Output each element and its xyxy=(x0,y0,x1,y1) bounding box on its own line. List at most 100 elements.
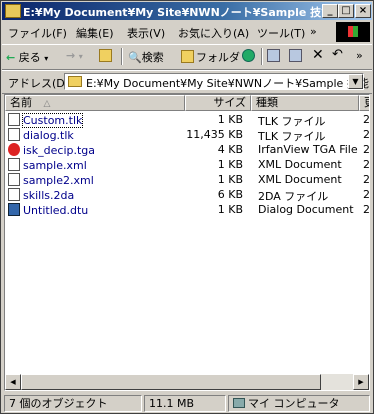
file-size: 1 KB xyxy=(217,113,243,126)
column-header: 名前 △ サイズ 種類 更 xyxy=(5,95,369,111)
search-label: 検索 xyxy=(141,51,164,64)
menu-file[interactable]: ファイル(F) xyxy=(8,25,67,41)
forward-button[interactable]: → ▾ xyxy=(66,49,83,62)
back-button[interactable]: ← 戻る ▾ xyxy=(6,49,48,65)
toolbar-more[interactable]: » xyxy=(356,49,363,62)
file-size: 1 KB xyxy=(217,173,243,186)
status-location: マイ コンピュータ xyxy=(228,395,370,412)
toolbar-separator xyxy=(261,48,263,65)
irfanview-icon xyxy=(8,143,20,156)
up-folder-icon xyxy=(99,49,112,62)
copy-to-button[interactable] xyxy=(289,49,304,63)
back-arrow-icon: ← xyxy=(6,51,16,64)
sort-ascending-icon: △ xyxy=(43,99,51,109)
file-row[interactable]: Custom.tlk 1 KB TLK ファイル 2 xyxy=(5,112,369,128)
scroll-thumb[interactable] xyxy=(21,374,321,390)
file-name-cell[interactable]: Untitled.dtu xyxy=(8,203,88,217)
title-bar[interactable]: E:¥My Document¥My Site¥NWNノート¥Sample 技能 … xyxy=(2,2,372,20)
delete-icon[interactable]: ✕ xyxy=(312,47,324,63)
file-row[interactable]: Untitled.dtu 1 KB Dialog Document 2 xyxy=(5,202,369,217)
file-list[interactable]: 名前 △ サイズ 種類 更 Custom.tlk1 KBTLK ファイル2dia… xyxy=(4,94,370,391)
column-name[interactable]: 名前 △ xyxy=(5,95,185,111)
folder-icon xyxy=(5,4,21,18)
status-object-count: 7 個のオブジェクト xyxy=(4,395,142,412)
horizontal-scrollbar[interactable]: ◀ ▶ xyxy=(5,374,369,390)
file-row[interactable]: dialog.tlk 11,435 KB TLK ファイル 2 xyxy=(5,127,370,143)
minimize-button[interactable]: _ xyxy=(322,4,338,18)
dialog-doc-icon xyxy=(8,203,20,216)
explorer-window: E:¥My Document¥My Site¥NWNノート¥Sample 技能 … xyxy=(0,0,374,414)
history-button[interactable] xyxy=(242,49,257,63)
file-name: isk_decip.tga xyxy=(23,144,96,157)
file-size: 1 KB xyxy=(217,158,243,171)
move-to-icon xyxy=(267,49,280,62)
file-row[interactable]: isk_decip.tga 4 KB IrfanView TGA File 2 xyxy=(5,142,369,157)
file-type: XML Document xyxy=(258,158,342,171)
file-row[interactable]: sample2.xml 1 KB XML Document 2 xyxy=(5,172,369,187)
folders-icon xyxy=(181,50,194,63)
tlk-file-icon xyxy=(8,113,20,126)
xml-file-icon xyxy=(8,158,20,171)
file-type: Dialog Document xyxy=(258,203,354,216)
file-name-cell[interactable]: sample2.xml xyxy=(8,173,94,187)
undo-icon[interactable]: ↶ xyxy=(332,47,343,62)
history-icon xyxy=(242,49,255,62)
file-row[interactable]: sample.xml 1 KB XML Document 2 xyxy=(5,157,369,172)
dropdown-arrow-icon: ▾ xyxy=(78,52,83,61)
file-name: sample.xml xyxy=(23,159,87,172)
folders-button[interactable]: フォルダ xyxy=(181,49,240,65)
file-name-cell[interactable]: sample.xml xyxy=(8,158,87,172)
back-label: 戻る xyxy=(18,51,41,64)
menu-tools[interactable]: ツール(T) xyxy=(257,25,305,41)
file-size: 4 KB xyxy=(217,143,243,156)
column-size[interactable]: サイズ xyxy=(185,95,251,111)
file-size: 11,435 KB xyxy=(186,128,243,141)
file-name: Custom.tlk xyxy=(21,113,84,128)
menu-view[interactable]: 表示(V) xyxy=(127,25,165,41)
file-date: 2 xyxy=(363,128,370,141)
2da-file-icon xyxy=(8,188,20,201)
menu-more[interactable]: » xyxy=(310,25,317,38)
file-size: 1 KB xyxy=(217,203,243,216)
close-button[interactable]: × xyxy=(355,4,371,18)
menu-bar: ファイル(F) 編集(E) 表示(V) お気に入り(A) ツール(T) » xyxy=(2,22,372,42)
scroll-right-button[interactable]: ▶ xyxy=(353,374,369,390)
file-date: 2 xyxy=(363,203,370,216)
toolbar-separator xyxy=(121,48,123,65)
file-size: 6 KB xyxy=(217,188,243,201)
file-name: skills.2da xyxy=(23,189,75,202)
maximize-button[interactable]: □ xyxy=(338,4,354,18)
status-bar: 7 個のオブジェクト 11.1 MB マイ コンピュータ xyxy=(2,394,372,413)
dropdown-arrow-icon: ▾ xyxy=(44,54,49,63)
file-name-cell[interactable]: dialog.tlk xyxy=(8,128,74,142)
file-name: dialog.tlk xyxy=(23,129,74,142)
folders-label: フォルダ xyxy=(196,51,240,64)
folder-icon xyxy=(68,76,82,87)
menu-favorites[interactable]: お気に入り(A) xyxy=(178,25,249,41)
file-name: Untitled.dtu xyxy=(23,204,89,217)
file-date: 2 xyxy=(363,143,370,156)
file-name-cell[interactable]: isk_decip.tga xyxy=(8,143,95,157)
file-date: 2 xyxy=(363,158,370,171)
file-row[interactable]: skills.2da 6 KB 2DA ファイル 2 xyxy=(5,187,370,203)
column-type[interactable]: 種類 xyxy=(251,95,359,111)
file-name: sample2.xml xyxy=(23,174,94,187)
file-type: XML Document xyxy=(258,173,342,186)
address-bar: アドレス(D) E:¥My Document¥My Site¥NWNノート¥Sa… xyxy=(2,70,372,94)
move-to-button[interactable] xyxy=(267,49,282,63)
file-name-cell[interactable]: skills.2da xyxy=(8,188,74,202)
address-field[interactable]: E:¥My Document¥My Site¥NWNノート¥Sample 技能 … xyxy=(64,73,369,90)
menu-edit[interactable]: 編集(E) xyxy=(76,25,114,41)
toolbar: ← 戻る ▾ → ▾ 🔍検索 フォルダ ✕ ↶ » xyxy=(2,44,372,70)
search-button[interactable]: 🔍検索 xyxy=(128,49,164,65)
file-date: 2 xyxy=(363,188,370,201)
file-name-cell[interactable]: Custom.tlk xyxy=(8,113,84,128)
window-title: E:¥My Document¥My Site¥NWNノート¥Sample 技能 xyxy=(23,6,333,19)
scroll-left-button[interactable]: ◀ xyxy=(5,374,21,390)
tlk-file-icon xyxy=(8,128,20,141)
file-type: IrfanView TGA File xyxy=(258,143,358,156)
up-folder-button[interactable] xyxy=(99,49,114,63)
address-dropdown-button[interactable]: ▼ xyxy=(348,74,363,89)
copy-to-icon xyxy=(289,49,302,62)
column-date[interactable]: 更 xyxy=(359,95,369,111)
